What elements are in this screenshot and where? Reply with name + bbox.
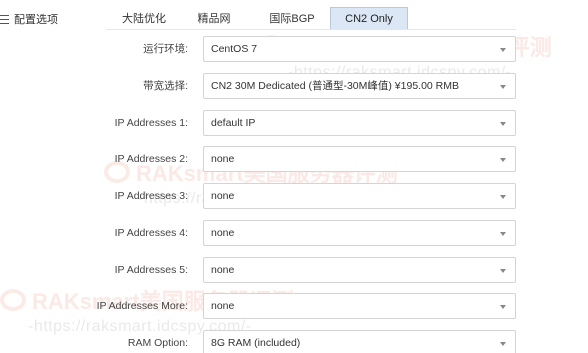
ip-addresses-5-value: none (211, 264, 235, 276)
tabs-divider (106, 29, 516, 30)
ip-addresses-more-label: IP Addresses More: (96, 300, 188, 312)
ip-addresses-5-label: IP Addresses 5: (114, 264, 188, 276)
ip-addresses-2-label: IP Addresses 2: (114, 153, 188, 165)
os-select-value: CentOS 7 (211, 43, 258, 55)
ip-addresses-3-select[interactable]: none (203, 183, 516, 209)
bandwidth-select[interactable]: CN2 30M Dedicated (普通型-30M峰值) ¥195.00 RM… (203, 73, 516, 99)
ip-addresses-2-select[interactable]: none (203, 146, 516, 172)
ip-addresses-3-label: IP Addresses 3: (114, 190, 188, 202)
ram-option-value: 8G RAM (included) (211, 337, 301, 349)
section-header: 配置选项 (0, 10, 58, 28)
form-row-ip-5: IP Addresses 5: none (0, 257, 588, 283)
chevron-down-icon (500, 48, 506, 52)
network-tabs: 大陆优化 精品网 国际BGP CN2 Only (106, 7, 408, 30)
form-row-ip-4: IP Addresses 4: none (0, 220, 588, 246)
form-row-ip-more: IP Addresses More: none (0, 293, 588, 319)
form-row-ram: RAM Option: 8G RAM (included) (0, 330, 588, 353)
form-row-os: 运行环境: CentOS 7 (0, 36, 588, 62)
ip-addresses-more-select[interactable]: none (203, 293, 516, 319)
ip-addresses-1-select[interactable]: default IP (203, 110, 516, 136)
form-row-ip-2: IP Addresses 2: none (0, 146, 588, 172)
ip-addresses-5-select[interactable]: none (203, 257, 516, 283)
ip-addresses-1-value: default IP (211, 117, 256, 129)
os-label: 运行环境: (143, 43, 188, 55)
bandwidth-select-value: CN2 30M Dedicated (普通型-30M峰值) ¥195.00 RM… (211, 80, 460, 92)
ip-addresses-1-label: IP Addresses 1: (114, 117, 188, 129)
tab-international-bgp[interactable]: 国际BGP (254, 7, 330, 30)
ip-addresses-3-value: none (211, 190, 235, 202)
section-title: 配置选项 (14, 14, 58, 26)
chevron-down-icon (500, 158, 506, 162)
tab-mainland-optimized[interactable]: 大陆优化 (106, 7, 182, 30)
chevron-down-icon (500, 269, 506, 273)
chevron-down-icon (500, 305, 506, 309)
ram-option-select[interactable]: 8G RAM (included) (203, 330, 516, 353)
ip-addresses-more-value: none (211, 300, 235, 312)
chevron-down-icon (500, 122, 506, 126)
ip-addresses-2-value: none (211, 153, 235, 165)
list-icon (0, 14, 9, 24)
chevron-down-icon (500, 342, 506, 346)
chevron-down-icon (500, 85, 506, 89)
ip-addresses-4-value: none (211, 227, 235, 239)
ip-addresses-4-select[interactable]: none (203, 220, 516, 246)
ram-option-label: RAM Option: (127, 337, 188, 349)
chevron-down-icon (500, 232, 506, 236)
configuration-panel: RAKsmart美国服务器评测 -https://raksmart.idcspy… (0, 0, 588, 353)
form-row-bandwidth: 带宽选择: CN2 30M Dedicated (普通型-30M峰值) ¥195… (0, 73, 588, 99)
tab-premium-network[interactable]: 精品网 (182, 7, 246, 30)
form-row-ip-1: IP Addresses 1: default IP (0, 110, 588, 136)
ip-addresses-4-label: IP Addresses 4: (114, 227, 188, 239)
bandwidth-label: 带宽选择: (143, 80, 188, 92)
chevron-down-icon (500, 195, 506, 199)
tab-cn2-only[interactable]: CN2 Only (330, 7, 408, 30)
os-select[interactable]: CentOS 7 (203, 36, 516, 62)
form-row-ip-3: IP Addresses 3: none (0, 183, 588, 209)
